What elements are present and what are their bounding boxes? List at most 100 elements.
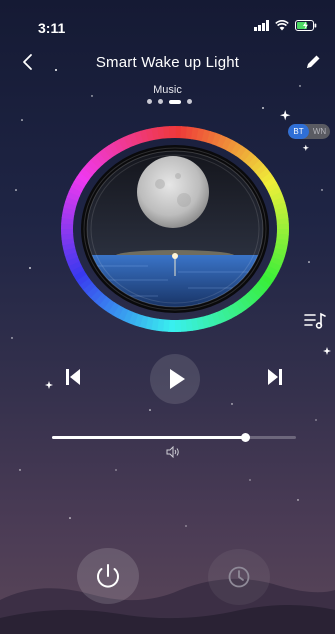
color-ring-segment[interactable] [274, 243, 288, 252]
color-ring-segment[interactable] [139, 315, 149, 329]
color-ring-segment[interactable] [128, 311, 139, 326]
playlist-music-icon[interactable] [303, 310, 327, 330]
color-ring-segment[interactable] [94, 151, 108, 165]
color-ring-segment[interactable] [215, 309, 227, 324]
page-dot-active[interactable] [169, 99, 181, 104]
color-ring-segment[interactable] [98, 295, 111, 310]
color-ring-segment[interactable] [190, 317, 199, 331]
color-ring-segment[interactable] [246, 289, 260, 303]
color-ring-segment[interactable] [62, 206, 76, 215]
toggle-option-wn[interactable]: WN [309, 124, 330, 139]
color-ring-segment[interactable] [133, 313, 144, 328]
color-ring-segment[interactable] [238, 296, 252, 310]
color-ring-segment[interactable] [157, 126, 166, 140]
color-ring-segment[interactable] [61, 237, 75, 246]
color-ring-segment[interactable] [250, 159, 264, 173]
color-ring-segment[interactable] [247, 155, 261, 169]
color-ring-segment[interactable] [113, 139, 125, 153]
color-ring-segment[interactable] [70, 265, 85, 276]
color-ring-segment[interactable] [185, 126, 194, 140]
color-ring-segment[interactable] [273, 247, 287, 257]
color-ring-segment[interactable] [79, 167, 93, 180]
color-ring-segment[interactable] [274, 207, 288, 216]
color-ring-segment[interactable] [122, 309, 134, 324]
color-ring-segment[interactable] [265, 182, 280, 193]
color-ring-segment[interactable] [210, 312, 222, 326]
color-ring-segment[interactable] [75, 273, 90, 286]
color-ring-segment[interactable] [68, 260, 82, 272]
page-dot[interactable] [187, 99, 192, 104]
skip-next-icon[interactable] [264, 366, 286, 388]
color-ring-segment[interactable] [139, 129, 150, 143]
color-ring-segment[interactable] [98, 148, 112, 162]
color-ring-segment[interactable] [70, 181, 85, 193]
color-ring-segment[interactable] [123, 134, 135, 149]
color-ring-segment[interactable] [276, 233, 289, 241]
color-ring-segment[interactable] [108, 142, 120, 156]
volume-thumb[interactable] [240, 433, 250, 442]
pencil-icon[interactable] [303, 52, 323, 72]
color-ring-segment[interactable] [242, 293, 256, 307]
color-ring-segment[interactable] [234, 299, 247, 313]
color-ring-segment[interactable] [82, 281, 96, 295]
color-ring-segment[interactable] [239, 148, 252, 163]
color-ring-segment[interactable] [253, 282, 268, 295]
color-ring-segment[interactable] [260, 274, 274, 287]
color-ring-segment[interactable] [118, 136, 130, 151]
color-ring-segment[interactable] [66, 191, 80, 202]
color-ring-segment[interactable] [93, 292, 107, 306]
color-ring-segment[interactable] [144, 316, 154, 330]
color-wheel[interactable] [58, 126, 292, 332]
color-ring-segment[interactable] [221, 137, 233, 151]
color-ring-segment[interactable] [263, 177, 277, 189]
color-ring-segment[interactable] [196, 128, 206, 142]
page-dot[interactable] [147, 99, 152, 104]
color-ring-segment[interactable] [243, 152, 257, 166]
color-ring-segment[interactable] [76, 171, 90, 184]
color-ring-segment[interactable] [89, 289, 103, 303]
color-ring-segment[interactable] [117, 307, 129, 321]
color-ring-segment[interactable] [270, 191, 284, 202]
color-ring-segment[interactable] [191, 127, 200, 141]
color-ring-segment[interactable] [151, 127, 160, 141]
play-button[interactable] [150, 354, 200, 404]
color-ring-segment[interactable] [226, 139, 238, 154]
color-ring-segment[interactable] [265, 265, 280, 277]
color-ring-segment[interactable] [128, 132, 140, 146]
color-ring-segment[interactable] [267, 261, 282, 272]
color-ring-segment[interactable] [216, 134, 228, 149]
volume-slider[interactable] [52, 433, 296, 442]
color-ring-segment[interactable] [257, 278, 271, 291]
color-ring-segment[interactable] [273, 202, 287, 211]
color-ring-segment[interactable] [257, 168, 271, 181]
color-ring-segment[interactable] [102, 299, 115, 313]
color-ring-segment[interactable] [63, 247, 77, 256]
color-ring-segment[interactable] [184, 318, 193, 332]
color-ring-segment[interactable] [268, 186, 282, 198]
color-ring-segment[interactable] [201, 129, 211, 143]
color-ring-segment[interactable] [79, 277, 93, 290]
color-ring-segment[interactable] [235, 145, 248, 159]
color-ring-segment[interactable] [150, 317, 159, 331]
color-ring-segment[interactable] [275, 212, 289, 221]
color-ring-segment[interactable] [112, 304, 124, 319]
color-ring-segment[interactable] [200, 315, 211, 329]
color-ring-segment[interactable] [90, 155, 104, 169]
color-ring-segment[interactable] [103, 145, 116, 159]
color-ring-segment[interactable] [220, 307, 232, 322]
color-ring-segment[interactable] [62, 242, 76, 251]
color-ring-segment[interactable] [271, 252, 286, 262]
timer-button[interactable] [208, 549, 270, 605]
color-ring-segment[interactable] [195, 316, 205, 330]
color-ring-segment[interactable] [254, 163, 268, 177]
color-ring-segment[interactable] [230, 142, 243, 156]
color-ring-segment[interactable] [211, 132, 222, 147]
color-ring-segment[interactable] [230, 302, 242, 316]
source-toggle[interactable]: BT WN [288, 124, 330, 139]
color-ring-segment[interactable] [134, 130, 145, 145]
color-ring-segment[interactable] [263, 270, 277, 282]
color-ring-segment[interactable] [73, 269, 87, 281]
color-ring-segment[interactable] [270, 256, 284, 267]
color-ring-segment[interactable] [82, 163, 97, 176]
color-ring-segment[interactable] [272, 196, 286, 207]
